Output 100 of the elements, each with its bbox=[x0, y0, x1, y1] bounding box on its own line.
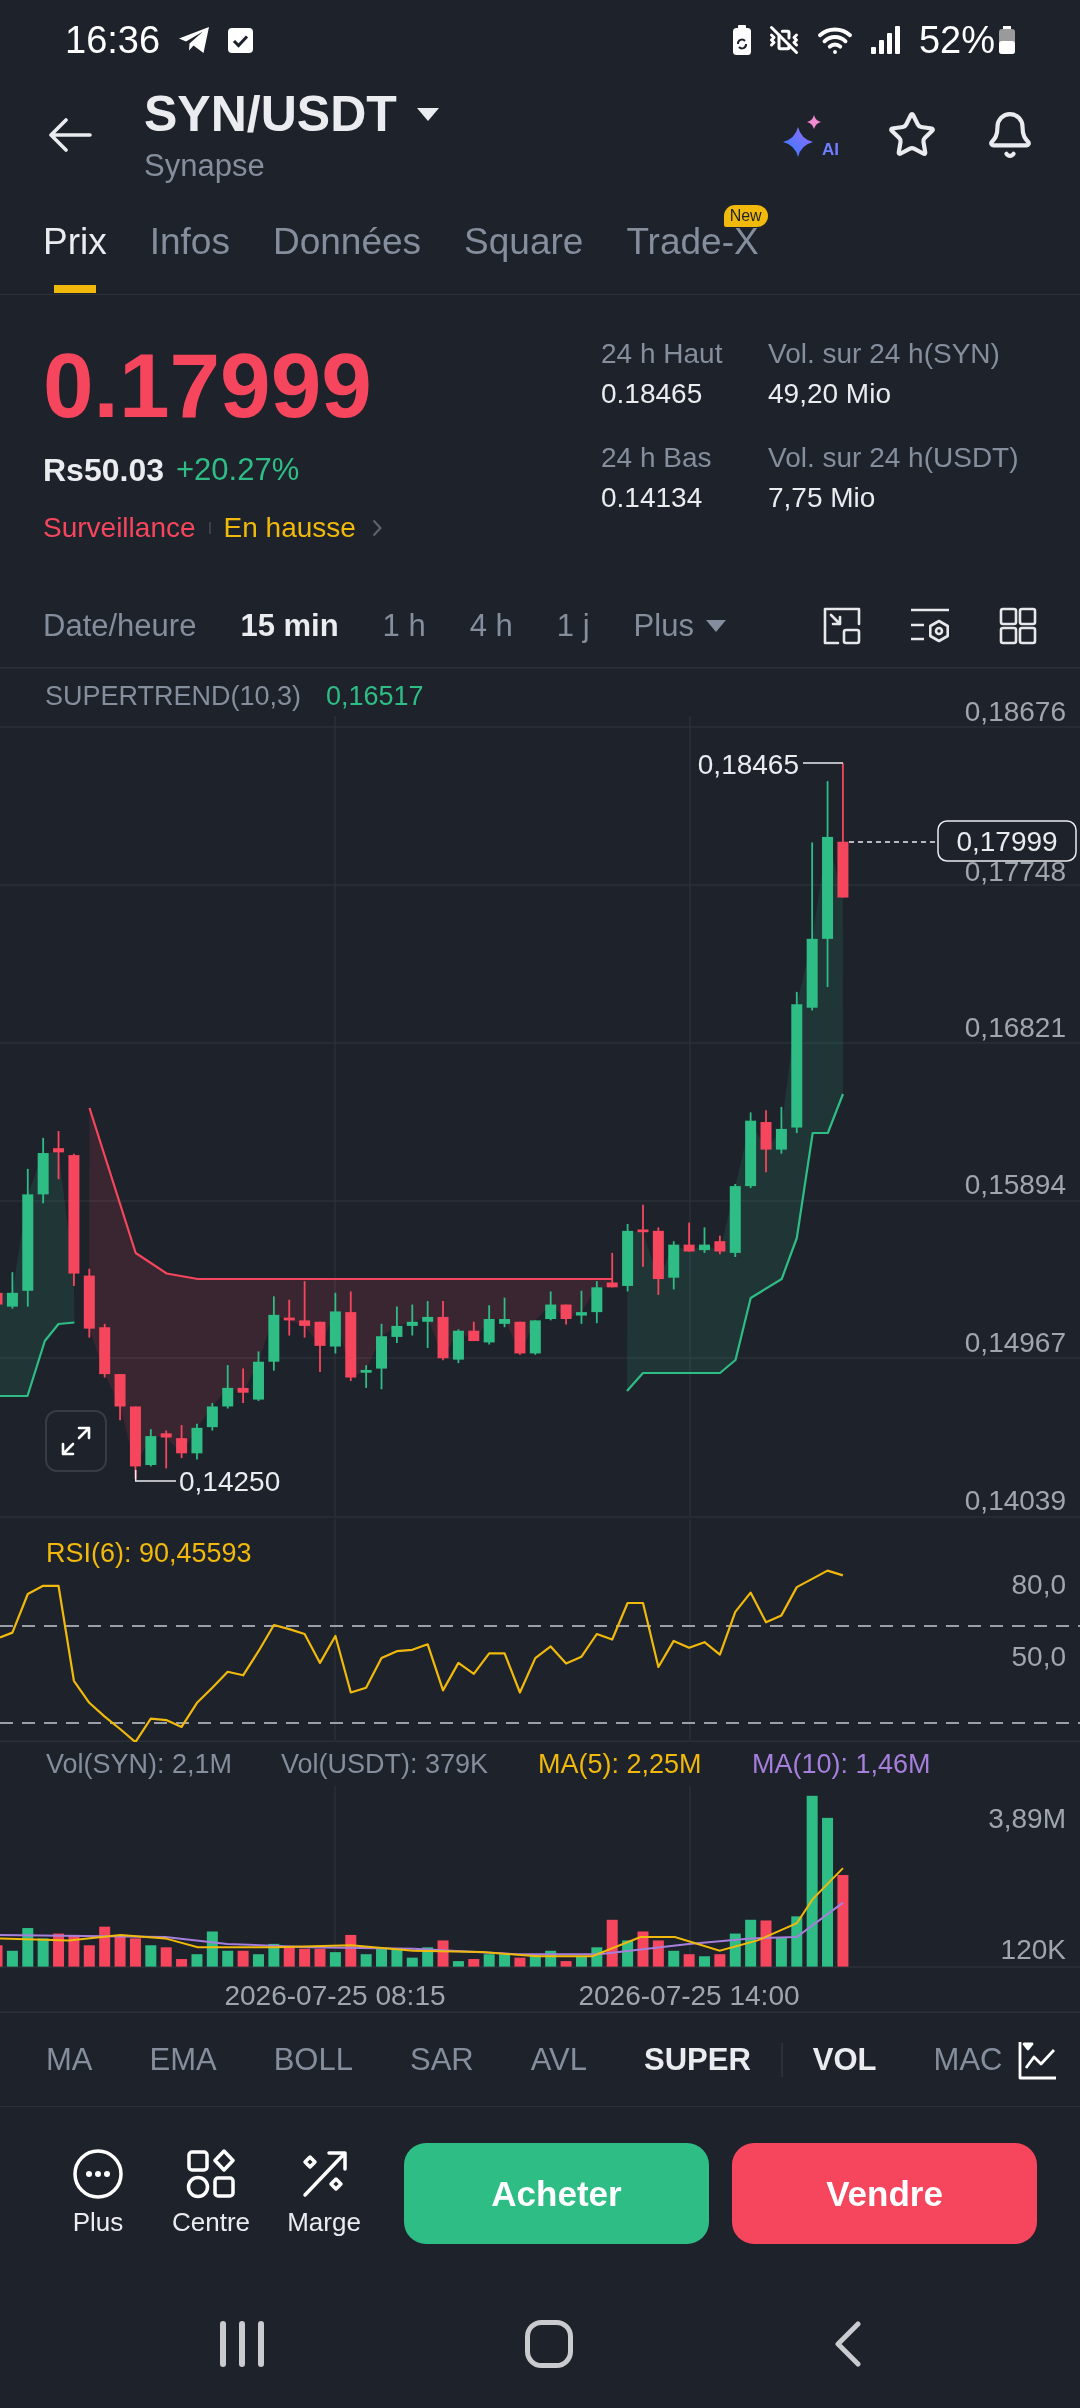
candle bbox=[6, 1271, 18, 1310]
chevron-right-icon[interactable] bbox=[371, 519, 382, 537]
tab[interactable]: Trade-X bbox=[626, 228, 759, 294]
volume-bar bbox=[360, 1954, 372, 1967]
candle bbox=[637, 1203, 649, 1268]
indicator-tab[interactable]: EMA bbox=[149, 2039, 217, 2080]
back-icon[interactable] bbox=[834, 2321, 862, 2367]
candle bbox=[391, 1305, 403, 1344]
volume-bar bbox=[53, 1933, 65, 1967]
tag-link[interactable]: En hausse bbox=[223, 510, 356, 546]
candle bbox=[191, 1422, 203, 1461]
candle bbox=[37, 1137, 49, 1205]
candle bbox=[652, 1226, 664, 1296]
candle bbox=[406, 1303, 418, 1337]
indicator-tab[interactable]: SUPER bbox=[644, 2039, 751, 2080]
volume-bar bbox=[37, 1938, 49, 1967]
pair-selector[interactable]: SYN/USDT bbox=[144, 86, 439, 142]
grid-icon[interactable] bbox=[999, 607, 1037, 645]
expand-button[interactable] bbox=[45, 1410, 107, 1472]
stat-label: Vol. sur 24 h(SYN) bbox=[768, 337, 1001, 371]
interval-tab[interactable]: 1 j bbox=[556, 606, 590, 646]
sparkle-icon bbox=[783, 114, 821, 158]
candle bbox=[222, 1364, 234, 1410]
indicator-tab[interactable]: MA bbox=[46, 2039, 93, 2080]
volume-bar bbox=[668, 1950, 680, 1967]
volume-bar bbox=[406, 1957, 418, 1967]
volume-bar bbox=[22, 1928, 34, 1967]
tab[interactable]: Données bbox=[272, 228, 422, 294]
candle bbox=[437, 1300, 449, 1362]
indicator-tab[interactable]: BOLL bbox=[273, 2039, 353, 2080]
indicator-tab[interactable]: AVL bbox=[530, 2039, 587, 2080]
candle bbox=[683, 1221, 695, 1253]
indicator-tab[interactable]: VOL bbox=[812, 2039, 877, 2080]
action-button[interactable]: Marge bbox=[274, 2148, 374, 2239]
battery-percent: 52% bbox=[918, 18, 995, 62]
more-icon bbox=[73, 2148, 123, 2199]
stat-value: 7,75 Mio bbox=[768, 481, 877, 515]
stat-label: 24 h Haut bbox=[601, 337, 724, 371]
candle bbox=[422, 1300, 434, 1349]
tab[interactable]: Infos bbox=[149, 228, 230, 294]
tag-link[interactable]: Surveillance bbox=[43, 510, 196, 546]
volume-bar bbox=[68, 1934, 80, 1967]
candle bbox=[160, 1429, 172, 1470]
candle bbox=[545, 1290, 557, 1322]
volume-bar bbox=[268, 1943, 280, 1967]
back-arrow-icon[interactable] bbox=[48, 118, 92, 152]
indicator-tab[interactable]: SAR bbox=[409, 2039, 474, 2080]
time-axis-label: 2026-07-25 14:00 bbox=[578, 1980, 800, 2011]
local-price: Rs50.03 bbox=[43, 451, 164, 490]
interval-tab[interactable]: 1 h bbox=[382, 606, 426, 646]
candle bbox=[606, 1252, 618, 1289]
high-price-label: 0,18465 bbox=[697, 749, 799, 780]
indicator-tab[interactable]: MAC bbox=[933, 2039, 1003, 2080]
candle bbox=[483, 1304, 495, 1346]
volume-legend: MA(5): 2,25M bbox=[538, 1749, 702, 1779]
volume-bar bbox=[683, 1954, 695, 1967]
leader-line bbox=[134, 1469, 177, 1482]
candle bbox=[206, 1402, 218, 1432]
volume-bar bbox=[699, 1956, 710, 1967]
rsi-axis-label: 80,0 bbox=[1011, 1569, 1066, 1600]
paper-plane-icon bbox=[178, 26, 211, 54]
candle bbox=[99, 1322, 111, 1379]
volume-bar bbox=[6, 1950, 18, 1967]
action-button[interactable]: Centre bbox=[161, 2148, 261, 2239]
volume-bar bbox=[314, 1948, 326, 1967]
volume-bar bbox=[391, 1948, 403, 1967]
home-icon[interactable] bbox=[525, 2320, 573, 2368]
volume-bar bbox=[529, 1954, 541, 1967]
vibrate-off-icon bbox=[768, 25, 799, 55]
candle bbox=[760, 1109, 772, 1174]
candle bbox=[253, 1350, 264, 1402]
volume-bar bbox=[222, 1950, 234, 1967]
candle bbox=[668, 1240, 680, 1291]
volume-bar bbox=[99, 1926, 111, 1967]
shapes-icon bbox=[186, 2148, 236, 2199]
volume-bar bbox=[560, 1961, 572, 1967]
volume-bar bbox=[591, 1947, 603, 1967]
indicator-value: 0,16517 bbox=[326, 681, 424, 711]
tab[interactable]: Square bbox=[464, 228, 584, 294]
interval-tab[interactable]: Date/heure bbox=[43, 606, 197, 646]
volume-bar bbox=[714, 1954, 726, 1967]
ai-assistant-button[interactable]: AI bbox=[783, 112, 839, 158]
volume-bar bbox=[637, 1931, 649, 1967]
caret-down-icon bbox=[705, 620, 726, 632]
stat-label: 24 h Bas bbox=[601, 441, 713, 475]
list-settings-icon[interactable] bbox=[909, 607, 951, 645]
tab[interactable]: Prix bbox=[43, 228, 107, 294]
interval-tab[interactable]: 15 min bbox=[240, 606, 339, 646]
status-time: 16:36 bbox=[65, 18, 161, 62]
candle bbox=[529, 1319, 541, 1356]
candle bbox=[360, 1364, 372, 1389]
picture-in-picture-icon[interactable] bbox=[823, 607, 861, 645]
candle bbox=[314, 1320, 326, 1373]
action-button[interactable]: Plus bbox=[48, 2148, 148, 2239]
line-chart-icon[interactable] bbox=[1018, 2040, 1058, 2080]
interval-tab[interactable]: 4 h bbox=[469, 606, 513, 646]
volume-bar bbox=[422, 1947, 434, 1967]
more-intervals-button[interactable]: Plus bbox=[633, 606, 726, 646]
recent-apps-icon[interactable] bbox=[220, 2321, 264, 2367]
sell-button[interactable]: Vendre bbox=[732, 2143, 1037, 2244]
